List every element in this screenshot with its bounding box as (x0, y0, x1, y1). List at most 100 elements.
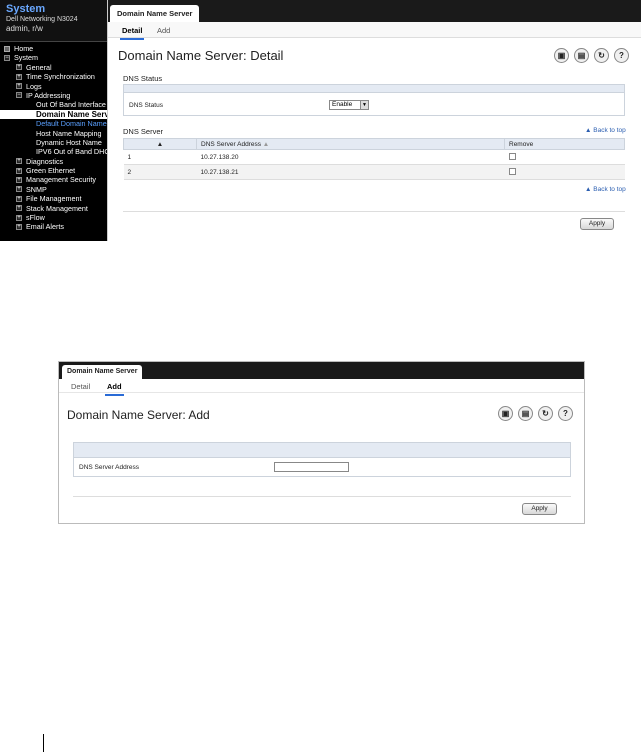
sidebar-item[interactable]: + Email Alerts (0, 222, 107, 231)
sidebar-header: System Dell Networking N3024 admin, r/w (0, 0, 107, 42)
collapse-icon[interactable]: − (4, 54, 10, 61)
chevron-down-icon: ▼ (360, 101, 368, 109)
expand-icon[interactable]: + (16, 158, 22, 165)
sidebar-item[interactable]: + Stack Management (0, 204, 107, 213)
sidebar-item-label: sFlow (26, 213, 45, 223)
help-icon[interactable]: ? (614, 48, 629, 63)
dns-server-table: ▲ DNS Server Address ▲ Remove 1 10.27.13… (123, 138, 625, 180)
dns-server-section-title: DNS Server (123, 127, 164, 136)
divider (123, 211, 625, 212)
back-to-top-link[interactable]: ▲ Back to top (585, 186, 626, 193)
tab-domain-name-server[interactable]: Domain Name Server (62, 365, 143, 379)
subtab-bar: Detail Add (59, 379, 584, 396)
sidebar-item-label: Logs (26, 81, 42, 91)
tab-domain-name-server[interactable]: Domain Name Server (110, 5, 200, 22)
sidebar-item[interactable]: − System (0, 53, 107, 62)
sort-column-header[interactable]: ▲ (123, 138, 197, 150)
sidebar-item[interactable]: Default Domain Name (0, 119, 107, 128)
sidebar-item-label: Green Ethernet (26, 166, 76, 176)
expand-icon[interactable]: + (16, 205, 22, 212)
detail-screenshot: System Dell Networking N3024 admin, r/w … (0, 0, 641, 241)
home-icon (4, 45, 10, 52)
help-icon[interactable]: ? (558, 406, 573, 421)
divider (73, 496, 571, 497)
collapse-icon[interactable]: − (16, 92, 22, 99)
sidebar-item[interactable]: IPV6 Out of Band DHCP (0, 147, 107, 156)
sidebar-item-label: File Management (26, 194, 82, 204)
sidebar-item-label: Email Alerts (26, 222, 64, 232)
subtab-detail[interactable]: Detail (119, 26, 145, 40)
expand-icon[interactable]: + (16, 186, 22, 193)
apply-button[interactable]: Apply (580, 218, 614, 230)
sidebar-item-label: Default Domain Name (36, 119, 107, 129)
sidebar-item[interactable]: + Time Synchronization (0, 72, 107, 81)
dns-status-value: Enable (332, 101, 353, 108)
back-to-top-link[interactable]: ▲ Back to top (585, 127, 626, 134)
dns-server-address-input[interactable] (274, 462, 349, 472)
sidebar-item[interactable]: Dynamic Host Name (0, 138, 107, 147)
table-header-row: ▲ DNS Server Address ▲ Remove (123, 138, 625, 150)
refresh-icon[interactable]: ↻ (538, 406, 553, 421)
subtab-add[interactable]: Add (105, 382, 124, 396)
row-index: 1 (123, 149, 197, 165)
add-screenshot: Domain Name Server Detail Add Domain Nam… (58, 361, 585, 524)
print-icon[interactable]: ▤ (518, 406, 533, 421)
sidebar-item[interactable]: + Green Ethernet (0, 166, 107, 175)
sidebar-item-label: System (14, 53, 38, 63)
sidebar-item[interactable]: + Logs (0, 82, 107, 91)
sidebar-item-label: Dynamic Host Name (36, 137, 102, 147)
apply-button[interactable]: Apply (522, 503, 557, 515)
dns-server-address-label: DNS Server Address (79, 464, 139, 471)
page-margin-rule (43, 734, 44, 752)
device-model: Dell Networking N3024 (6, 16, 78, 23)
save-icon[interactable]: ▣ (554, 48, 569, 63)
remove-checkbox[interactable] (508, 153, 516, 161)
sidebar-item-label: IP Addressing (26, 90, 71, 100)
expand-icon[interactable]: + (16, 64, 22, 71)
sidebar-item[interactable]: + SNMP (0, 185, 107, 194)
refresh-icon[interactable]: ↻ (594, 48, 609, 63)
sidebar-item[interactable]: + Diagnostics (0, 157, 107, 166)
subtab-add[interactable]: Add (157, 26, 170, 35)
sidebar-item[interactable]: Domain Name Server (0, 109, 107, 120)
sidebar-item[interactable]: + General (0, 63, 107, 72)
expand-icon[interactable]: + (16, 176, 22, 183)
expand-icon[interactable]: + (16, 73, 22, 80)
expand-icon[interactable]: + (16, 223, 22, 230)
row-address: 10.27.138.21 (196, 164, 505, 180)
page-title: Domain Name Server: Detail (118, 48, 284, 63)
expand-icon[interactable]: + (16, 195, 22, 202)
sidebar-item[interactable]: + sFlow (0, 213, 107, 222)
print-icon[interactable]: ▤ (574, 48, 589, 63)
sidebar: System Dell Networking N3024 admin, r/w … (0, 0, 107, 241)
tab-bar: Domain Name Server (59, 362, 584, 379)
tab-bar: Domain Name Server (108, 0, 641, 22)
table-row: 1 10.27.138.20 (123, 149, 625, 165)
toolbar-icons: ▣ ▤ ↻ ? (498, 406, 573, 421)
subtab-bar: Detail Add (108, 22, 641, 40)
save-icon[interactable]: ▣ (498, 406, 513, 421)
sidebar-item-label: Diagnostics (26, 156, 64, 166)
sidebar-item-label: Time Synchronization (26, 72, 95, 82)
sidebar-item[interactable]: Host Name Mapping (0, 129, 107, 138)
subtab-detail[interactable]: Detail (71, 382, 90, 391)
sidebar-item[interactable]: + File Management (0, 194, 107, 203)
sidebar-item-label: General (26, 62, 52, 72)
sidebar-item-label: IPV6 Out of Band DHCP (36, 147, 107, 157)
sidebar-item[interactable]: Home (0, 44, 107, 53)
column-header-address[interactable]: DNS Server Address ▲ (196, 138, 505, 150)
expand-icon[interactable]: + (16, 214, 22, 221)
table-row: 2 10.27.138.21 (123, 164, 625, 180)
sidebar-item[interactable]: − IP Addressing (0, 91, 107, 100)
system-title: System (6, 3, 46, 15)
sidebar-item[interactable]: Out Of Band Interface (0, 100, 107, 109)
expand-icon[interactable]: + (16, 83, 22, 90)
row-index: 2 (123, 164, 197, 180)
user-info: admin, r/w (6, 24, 43, 33)
expand-icon[interactable]: + (16, 167, 22, 174)
remove-checkbox[interactable] (508, 168, 516, 176)
column-header-remove: Remove (504, 138, 625, 150)
dns-status-select[interactable]: Enable ▼ (329, 100, 369, 110)
sidebar-item[interactable]: + Management Security (0, 175, 107, 184)
sidebar-item-label: Management Security (26, 175, 96, 185)
